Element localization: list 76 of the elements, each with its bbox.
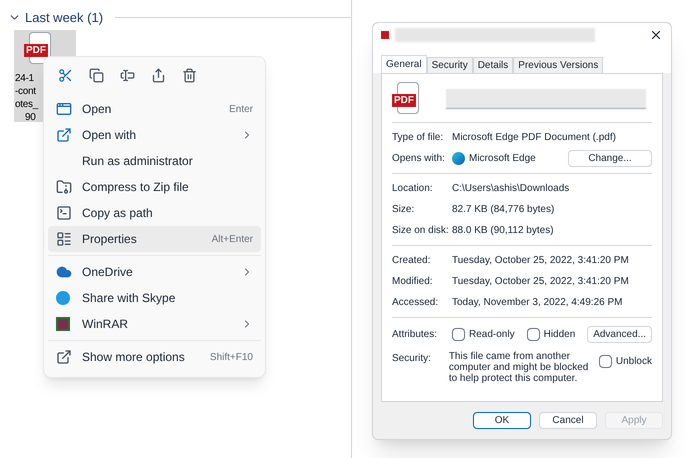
property-value: Today, November 3, 2022, 4:49:26 PM xyxy=(452,296,624,310)
checkbox-label: Unblock xyxy=(616,355,652,369)
property-label: Attributes: xyxy=(392,328,438,342)
property-label: Size: xyxy=(392,203,416,217)
shortcut-label: Alt+Enter xyxy=(212,232,253,246)
app-window-icon xyxy=(56,101,72,117)
tab[interactable]: Security xyxy=(426,57,473,73)
menu-item[interactable]: Properties Alt+Enter xyxy=(48,226,261,252)
dialog-button[interactable]: Cancel xyxy=(539,412,597,429)
share-icon[interactable] xyxy=(151,68,166,82)
menu-item[interactable]: WinRAR xyxy=(48,311,261,337)
shortcut-label: Enter xyxy=(229,102,253,116)
menu-item[interactable]: Compress to Zip file xyxy=(48,174,261,200)
archive-icon xyxy=(56,317,70,331)
checkbox[interactable] xyxy=(452,328,465,341)
cut-icon[interactable] xyxy=(58,68,73,82)
group-header[interactable]: Last week (1) xyxy=(25,8,104,28)
property-label: Modified: xyxy=(392,275,434,289)
property-label: Type of file: xyxy=(392,131,444,145)
property-value: Tuesday, October 25, 2022, 3:41:20 PM xyxy=(452,254,630,268)
menu-item-label: Run as administrator xyxy=(82,153,194,170)
dialog-button[interactable]: OK xyxy=(473,412,531,429)
cloud-icon xyxy=(56,264,72,280)
file-name: 90 xyxy=(24,111,36,124)
menu-item-label: Show more options xyxy=(82,349,186,366)
menu-item[interactable]: OneDrive xyxy=(48,259,261,285)
property-value: 82.7 KB (84,776 bytes) xyxy=(452,203,556,217)
zip-folder-icon xyxy=(56,179,72,195)
property-value: 88.0 KB (90,112 bytes) xyxy=(452,224,555,238)
checkbox[interactable] xyxy=(526,328,540,341)
security-text: This file came from another computer and might be blocked to help protect this computer. xyxy=(448,351,590,384)
menu-item-label: Open xyxy=(82,101,112,118)
property-label: Accessed: xyxy=(392,296,440,310)
property-label: Location: xyxy=(392,182,434,196)
tab[interactable]: Previous Versions xyxy=(513,57,604,73)
property-label: Security: xyxy=(392,352,432,366)
menu-item[interactable]: Open Enter xyxy=(48,96,261,122)
property-value: Microsoft Edge PDF Document (.pdf) xyxy=(452,131,617,145)
menu-item-label: Properties xyxy=(82,231,138,248)
menu-item-label: Share with Skype xyxy=(82,290,176,307)
menu-item-label: Copy as path xyxy=(82,205,154,222)
menu-item-label: OneDrive xyxy=(82,264,134,281)
property-label: Created: xyxy=(392,254,432,268)
file-name: 24-1 xyxy=(15,72,34,85)
property-value: C:\Users\ashis\Downloads xyxy=(452,182,570,196)
delete-icon[interactable] xyxy=(182,68,197,82)
rename-icon[interactable] xyxy=(120,68,135,82)
menu-item[interactable]: Share with Skype xyxy=(48,285,261,311)
menu-item[interactable]: Show more options Shift+F10 xyxy=(48,344,261,370)
menu-item-label: Compress to Zip file xyxy=(82,179,190,196)
menu-item-label: WinRAR xyxy=(82,316,130,333)
tab[interactable]: General xyxy=(381,55,427,73)
advanced-button[interactable]: Advanced... xyxy=(587,326,652,343)
menu-item[interactable]: Copy as path xyxy=(48,200,261,226)
open-with-icon xyxy=(56,127,72,143)
shortcut-label: Shift+F10 xyxy=(210,350,253,364)
properties-icon xyxy=(56,231,72,247)
file-name: -cont xyxy=(15,85,36,98)
copy-icon[interactable] xyxy=(89,68,104,82)
pdf-icon xyxy=(381,31,389,39)
property-label: Opens with: xyxy=(392,152,446,166)
change-button[interactable]: Change... xyxy=(568,150,652,167)
menu-item[interactable]: Open with xyxy=(48,122,261,148)
property-label: Size on disk: xyxy=(392,224,450,238)
menu-item-label: Open with xyxy=(82,127,138,144)
tab[interactable]: Details xyxy=(472,57,514,73)
file-name: otes_ xyxy=(15,98,38,111)
path-icon xyxy=(56,205,72,221)
checkbox-label: Read-only xyxy=(469,328,515,342)
menu-item[interactable]: Run as administrator xyxy=(48,148,261,174)
close-icon[interactable] xyxy=(649,28,663,42)
property-value: Microsoft Edge xyxy=(469,152,537,166)
property-value: Tuesday, October 25, 2022, 3:41:20 PM xyxy=(452,275,630,289)
checkbox-label: Hidden xyxy=(544,328,576,342)
checkbox[interactable] xyxy=(598,355,612,368)
more-options-icon xyxy=(56,349,72,365)
